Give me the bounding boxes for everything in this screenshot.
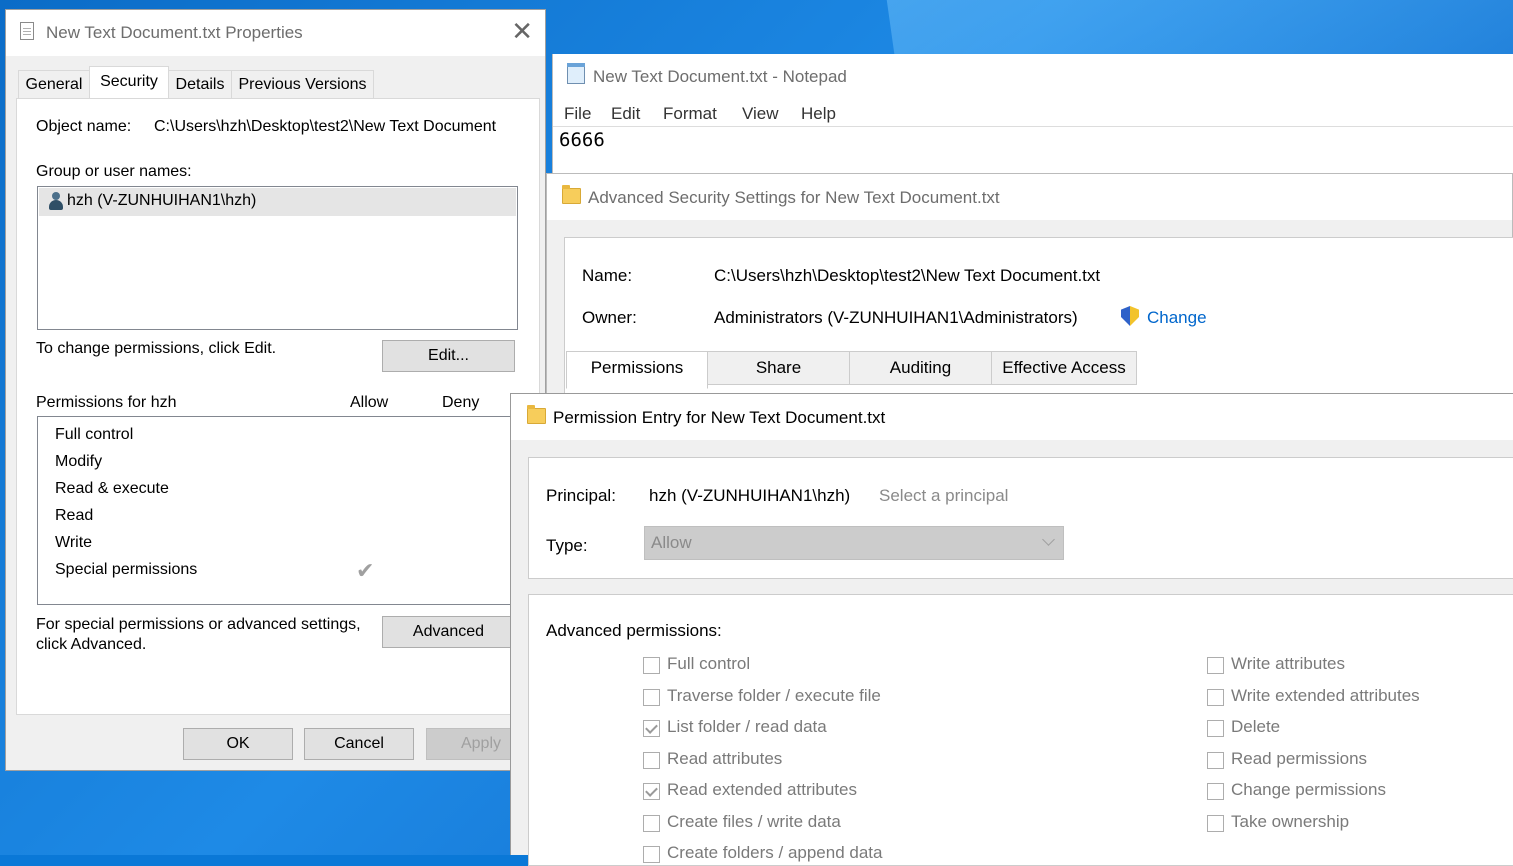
menu-view[interactable]: View — [742, 104, 779, 124]
left-permission-checkbox-5[interactable] — [643, 814, 660, 832]
owner-value: Administrators (V-ZUNHUIHAN1\Administrat… — [714, 308, 1078, 327]
group-names-label: Group or user names: — [36, 163, 192, 180]
change-owner-link[interactable]: Change — [1147, 308, 1207, 328]
special-allow-check-icon: ✔ — [356, 558, 375, 583]
advanced-button[interactable]: Advanced — [382, 616, 515, 648]
perm-write: Write — [55, 534, 93, 551]
right-permission-checkbox-2[interactable] — [1207, 720, 1224, 737]
name-value: C:\Users\hzh\Desktop\test2\New Text Docu… — [714, 266, 1101, 285]
cancel-button[interactable]: Cancel — [304, 728, 414, 760]
user-name: hzh (V-ZUNHUIHAN1\hzh) — [67, 192, 257, 210]
right-permission-checkbox-0[interactable] — [1207, 657, 1224, 674]
right-permission-checkbox-label: Read permissions — [1231, 748, 1368, 768]
permission-entry-titlebar: Permission Entry for New Text Document.t… — [511, 394, 1513, 440]
right-permission-checkbox-3[interactable] — [1207, 751, 1224, 769]
notepad-window: New Text Document.txt - Notepad File Edi… — [552, 54, 1513, 184]
perm-modify: Modify — [55, 453, 103, 470]
allow-header: Allow — [350, 394, 389, 411]
right-permission-checkbox-4[interactable] — [1207, 783, 1224, 800]
ok-button[interactable]: OK — [183, 728, 293, 760]
tab-details[interactable]: Details — [168, 70, 232, 98]
right-permission-checkbox-label: Take ownership — [1231, 811, 1350, 831]
left-permission-checkbox-label: Create files / write data — [667, 811, 841, 831]
permission-entry-window: Permission Entry for New Text Document.t… — [510, 393, 1513, 866]
left-permission-checkbox-2[interactable] — [643, 720, 660, 737]
left-permission-checkbox-label: Create folders / append data — [667, 843, 883, 862]
right-permission-checkbox-label: Write extended attributes — [1231, 685, 1420, 705]
close-icon[interactable]: ✕ — [511, 18, 533, 44]
menu-edit[interactable]: Edit — [611, 104, 640, 124]
left-permission-checkbox-1[interactable] — [643, 688, 660, 706]
left-permission-checkbox-label: List folder / read data — [667, 717, 827, 736]
principal-value: hzh (V-ZUNHUIHAN1\hzh) — [649, 486, 851, 505]
tab-permissions[interactable]: Permissions — [566, 351, 708, 389]
notepad-icon — [567, 63, 585, 84]
edit-button[interactable]: Edit... — [382, 340, 515, 372]
perm-full-control: Full control — [55, 426, 134, 443]
perm-special: Special permissions — [55, 561, 198, 578]
tab-share[interactable]: Share — [707, 351, 850, 385]
notepad-title: New Text Document.txt - Notepad — [593, 67, 847, 86]
permissions-list: Full control Modify Read & execute Read … — [37, 416, 527, 605]
advanced-permissions-label: Advanced permissions: — [546, 621, 722, 640]
tab-general[interactable]: General — [18, 70, 90, 98]
left-permission-checkbox-label: Read extended attributes — [667, 780, 857, 799]
change-permissions-text: To change permissions, click Edit. — [36, 340, 277, 357]
left-permission-checkbox-label: Traverse folder / execute file — [667, 685, 881, 705]
text-file-icon — [20, 22, 34, 40]
click-advanced-text: click Advanced. — [36, 636, 147, 653]
user-icon — [49, 192, 63, 210]
deny-header: Deny — [442, 394, 480, 411]
principal-label: Principal: — [546, 486, 616, 505]
folder-icon — [562, 185, 581, 204]
folder-icon — [527, 405, 546, 424]
object-name-value: C:\Users\hzh\Desktop\test2\New Text Docu… — [154, 118, 497, 135]
left-permission-checkbox-4[interactable] — [643, 783, 660, 800]
security-tab-panel: Object name: C:\Users\hzh\Desktop\test2\… — [16, 98, 540, 715]
name-label: Name: — [582, 266, 633, 285]
user-list-item[interactable]: hzh (V-ZUNHUIHAN1\hzh) — [39, 188, 516, 216]
type-select-value: Allow — [651, 533, 692, 552]
left-permission-checkbox-0[interactable] — [643, 657, 660, 674]
select-principal-link[interactable]: Select a principal — [879, 486, 1008, 506]
left-permission-checkbox-label: Read attributes — [667, 748, 783, 768]
perm-read-execute: Read & execute — [55, 480, 169, 497]
right-permission-checkbox-1[interactable] — [1207, 688, 1224, 706]
left-permission-checkbox-3[interactable] — [643, 751, 660, 769]
advanced-security-title: Advanced Security Settings for New Text … — [588, 188, 1000, 207]
object-name-label: Object name: — [36, 118, 132, 135]
permission-entry-title: Permission Entry for New Text Document.t… — [553, 408, 886, 427]
tab-auditing[interactable]: Auditing — [849, 351, 992, 385]
uac-shield-icon — [1121, 306, 1139, 326]
special-settings-text: For special permissions or advanced sett… — [36, 616, 361, 633]
menu-help[interactable]: Help — [801, 104, 836, 124]
owner-label: Owner: — [582, 308, 637, 327]
user-list[interactable]: hzh (V-ZUNHUIHAN1\hzh) — [37, 186, 518, 330]
notepad-content: 6666 — [559, 129, 605, 151]
properties-dialog: New Text Document.txt Properties ✕ Gener… — [5, 9, 546, 771]
advanced-security-window: Advanced Security Settings for New Text … — [546, 173, 1513, 413]
menu-format[interactable]: Format — [663, 104, 717, 124]
menu-file[interactable]: File — [564, 104, 591, 124]
notepad-menubar: File Edit Format View Help — [553, 100, 1513, 128]
permissions-for-label: Permissions for hzh — [36, 394, 177, 411]
chevron-down-icon — [1042, 533, 1055, 546]
right-permission-checkbox-label: Delete — [1231, 717, 1281, 736]
right-permission-checkbox-5[interactable] — [1207, 814, 1224, 832]
type-select[interactable]: Allow — [644, 526, 1064, 560]
tab-security[interactable]: Security — [89, 66, 169, 98]
properties-titlebar: New Text Document.txt Properties ✕ — [6, 10, 545, 56]
right-permission-checkbox-label: Write attributes — [1231, 654, 1346, 673]
tab-effective-access[interactable]: Effective Access — [991, 351, 1137, 385]
right-permission-checkbox-label: Change permissions — [1231, 780, 1386, 799]
type-label: Type: — [546, 536, 588, 555]
tab-previous-versions[interactable]: Previous Versions — [231, 70, 374, 98]
advanced-permissions-section: Advanced permissions: Full control Traver… — [528, 594, 1513, 866]
perm-read: Read — [55, 507, 94, 524]
properties-title: New Text Document.txt Properties — [46, 23, 303, 42]
advanced-security-titlebar: Advanced Security Settings for New Text … — [547, 174, 1512, 220]
principal-section: Principal: hzh (V-ZUNHUIHAN1\hzh) Select… — [528, 457, 1513, 579]
left-permission-checkbox-label: Full control — [667, 654, 751, 673]
